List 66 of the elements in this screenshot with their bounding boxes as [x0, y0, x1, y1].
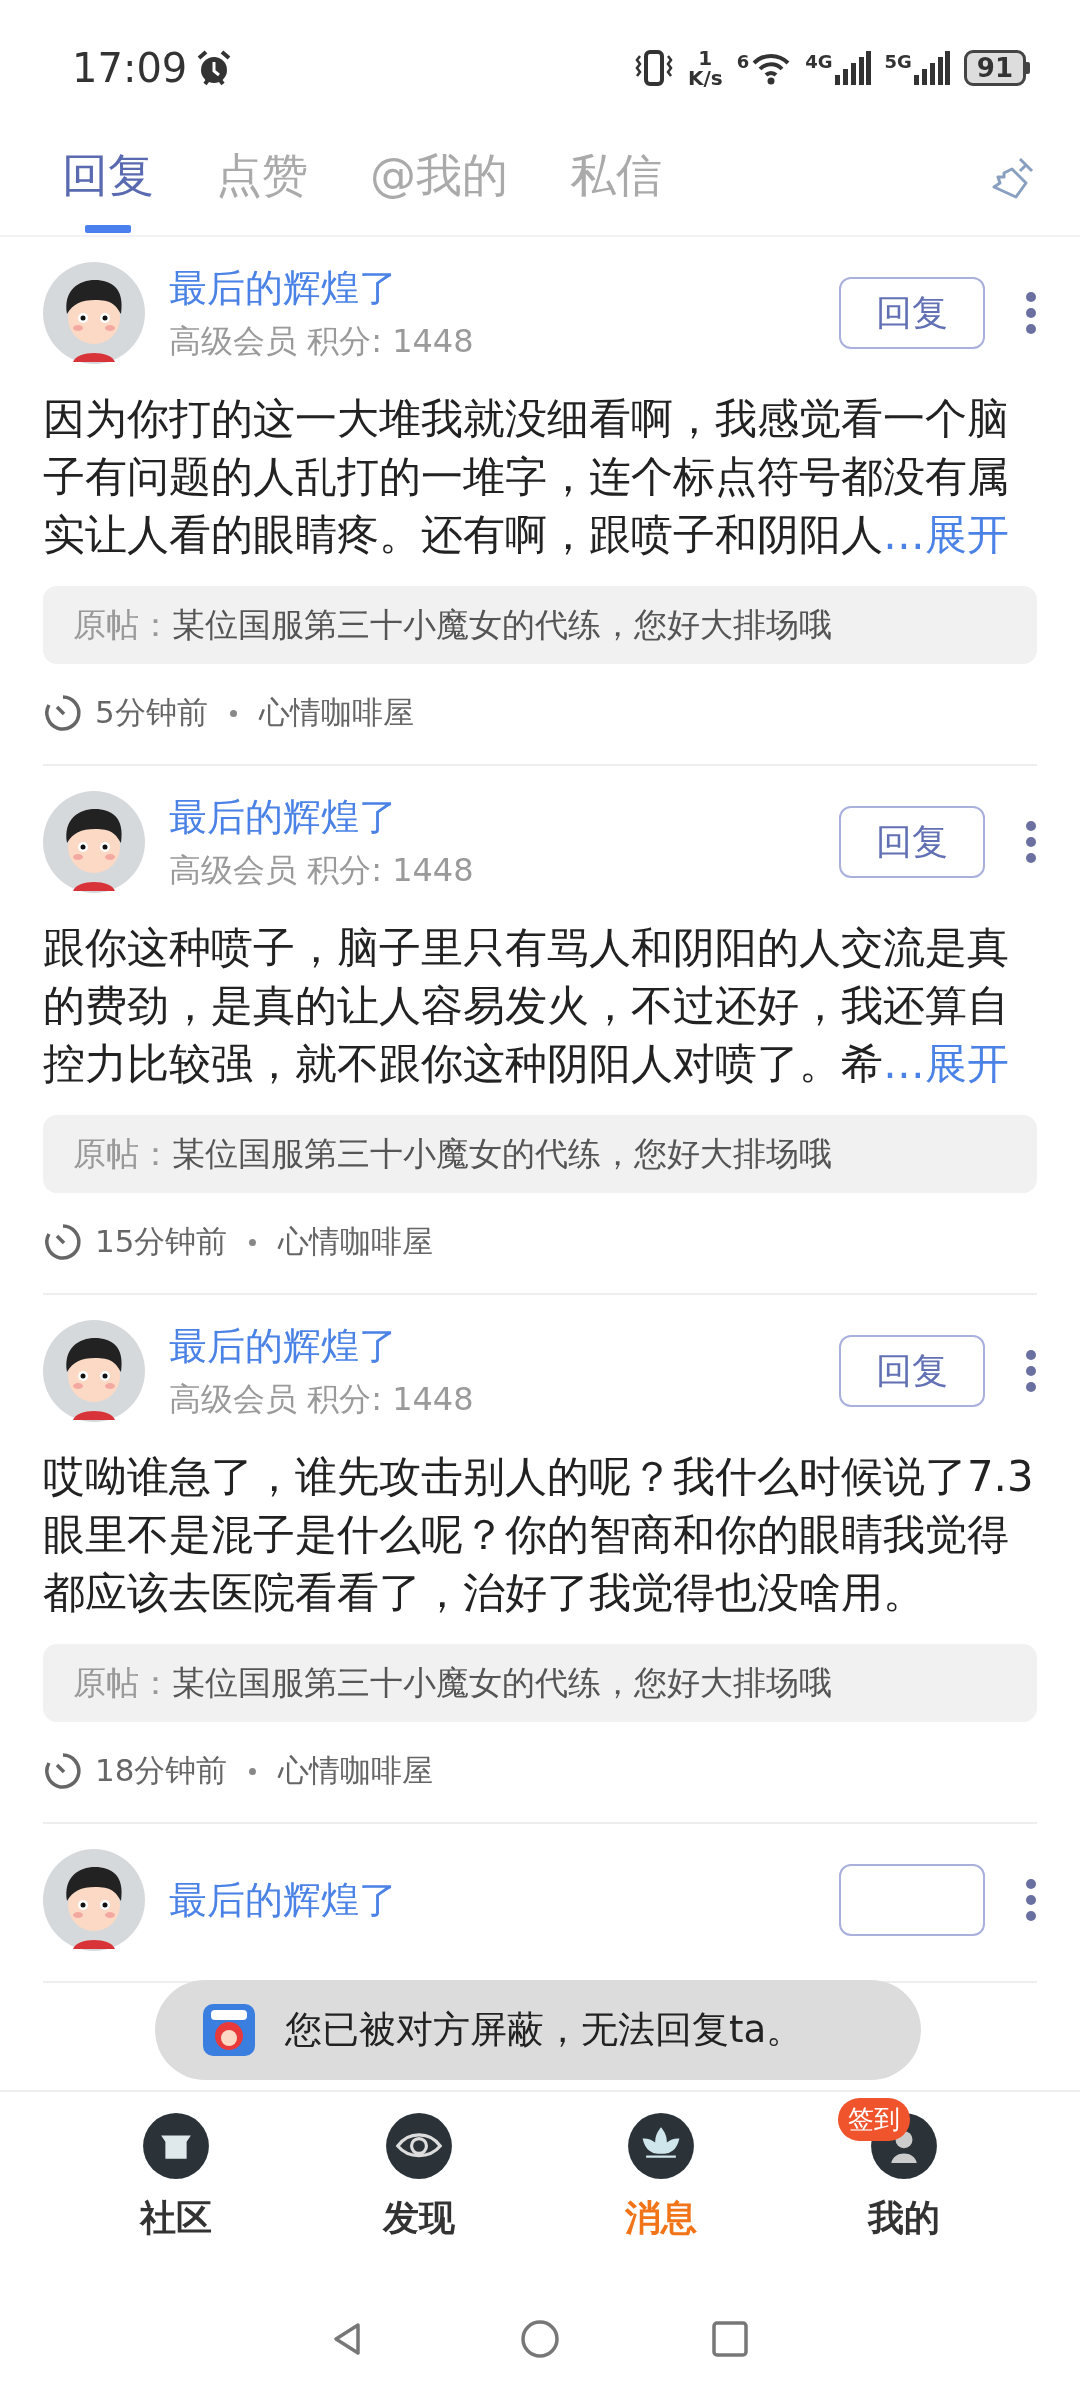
- original-post[interactable]: 原帖：某位国服第三十小魔女的代练，您好大排场哦: [43, 1115, 1037, 1193]
- nav-tab[interactable]: 发现: [297, 2092, 540, 2290]
- user-rank: 高级会员 积分: 1448: [169, 320, 475, 362]
- house-icon: [142, 2112, 211, 2180]
- wifi-label: 6: [736, 50, 750, 72]
- user-name[interactable]: 最后的辉煌了: [169, 791, 839, 843]
- more-icon[interactable]: [1025, 1878, 1037, 1922]
- tab[interactable]: 回复: [62, 135, 154, 233]
- user-name[interactable]: 最后的辉煌了: [169, 262, 839, 314]
- original-post[interactable]: 原帖：某位国服第三十小魔女的代练，您好大排场哦: [43, 1644, 1037, 1722]
- board-name[interactable]: 心情咖啡屋: [278, 1221, 434, 1263]
- reply-text: 哎呦谁急了，谁先攻击别人的呢？我什么时候说了7.3眼里不是混子是什么呢？你的智商和你的眼睛我觉得都应该去医院看看了，治好了我觉得也没啥用。: [43, 1451, 1035, 1619]
- original-post-title: 某位国服第三十小魔女的代练，您好大排场哦: [172, 1132, 832, 1175]
- nav-tab[interactable]: 社区: [55, 2092, 298, 2290]
- app-icon: [203, 2004, 255, 2056]
- expand-link[interactable]: …展开: [883, 1039, 1009, 1088]
- nav-tab[interactable]: 消息: [540, 2092, 783, 2290]
- lotus-icon: [627, 2112, 696, 2180]
- recents-icon[interactable]: [710, 2318, 750, 2359]
- original-post-label: 原帖：: [73, 603, 172, 646]
- reply-text: 因为你打的这一大堆我就没细看啊，我感觉看一个脑子有问题的人乱打的一堆字，连个标点符号都没有属实让人看的眼睛疼。还有啊，跟喷子和阴阳人…展开: [43, 393, 1010, 561]
- user-rank: 高级会员 积分: 1448: [169, 849, 475, 891]
- user-name[interactable]: 最后的辉煌了: [169, 1874, 839, 1926]
- avatar[interactable]: [43, 1849, 145, 1951]
- board-name[interactable]: 心情咖啡屋: [278, 1750, 434, 1792]
- toast-text: 您已被对方屏蔽，无法回复ta。: [285, 2007, 804, 2053]
- post-time: 18分钟前: [95, 1751, 228, 1790]
- eye-icon: [384, 2112, 453, 2180]
- separator-dot: [249, 1238, 257, 1246]
- reply-button[interactable]: 回复: [839, 1335, 985, 1407]
- avatar[interactable]: [43, 1320, 145, 1422]
- more-icon[interactable]: [1025, 820, 1037, 864]
- home-icon[interactable]: [520, 2318, 560, 2359]
- more-icon[interactable]: [1025, 1349, 1037, 1393]
- original-post-title: 某位国服第三十小魔女的代练，您好大排场哦: [172, 1661, 832, 1704]
- expand-link[interactable]: …展开: [883, 510, 1009, 559]
- clock-icon: [43, 693, 83, 733]
- status-time: 17:09: [72, 44, 188, 91]
- battery-level: 91: [963, 49, 1026, 86]
- board-name[interactable]: 心情咖啡屋: [258, 692, 414, 734]
- more-icon[interactable]: [1025, 291, 1037, 335]
- vibrate-icon: [633, 47, 674, 88]
- separator-dot: [249, 1767, 257, 1775]
- original-post-label: 原帖：: [73, 1132, 172, 1175]
- network-speed: 1 K/s: [687, 47, 723, 88]
- avatar[interactable]: [43, 262, 145, 364]
- signal-icon: [834, 50, 871, 85]
- nav-tab[interactable]: 签到 我的: [782, 2092, 1025, 2290]
- separator-dot: [229, 709, 237, 717]
- original-post-title: 某位国服第三十小魔女的代练，您好大排场哦: [172, 603, 832, 646]
- signal-icon: [913, 50, 950, 85]
- post-time: 5分钟前: [95, 693, 208, 732]
- original-post-label: 原帖：: [73, 1661, 172, 1704]
- original-post[interactable]: 原帖：某位国服第三十小魔女的代练，您好大排场哦: [43, 586, 1037, 664]
- clock-icon: [43, 1751, 83, 1791]
- network-label: 4G: [805, 50, 833, 72]
- reply-button[interactable]: 回复: [839, 806, 985, 878]
- avatar[interactable]: [43, 791, 145, 893]
- post-time: 15分钟前: [95, 1222, 228, 1261]
- user-rank: 高级会员 积分: 1448: [169, 1378, 475, 1420]
- reply-text: 跟你这种喷子，脑子里只有骂人和阴阳的人交流是真的费劲，是真的让人容易发火，不过还好，我还算自控力比较强，就不跟你这种阴阳人对喷了。希…展开: [43, 922, 1010, 1090]
- network-label: 5G: [884, 50, 912, 72]
- user-name[interactable]: 最后的辉煌了: [169, 1320, 839, 1372]
- clock-icon: [43, 1222, 83, 1262]
- reply-button[interactable]: 回复: [839, 277, 985, 349]
- check-in-badge[interactable]: 签到: [837, 2098, 910, 2141]
